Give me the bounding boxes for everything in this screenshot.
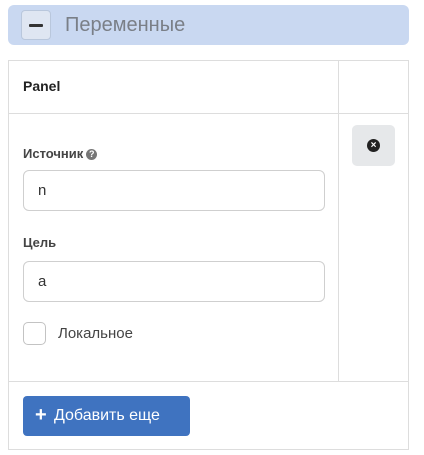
footer-divider [9, 381, 408, 382]
add-more-button[interactable]: + Добавить еще [23, 396, 190, 436]
plus-icon: + [35, 404, 47, 426]
section-title: Переменные [65, 14, 186, 36]
minus-icon [29, 24, 43, 27]
source-input[interactable] [23, 170, 325, 211]
local-checkbox-label[interactable]: Локальное [58, 325, 133, 342]
column-divider [338, 61, 339, 381]
remove-row-button[interactable]: × [352, 125, 395, 166]
times-circle-icon: × [367, 139, 380, 152]
source-label-text: Источник [23, 146, 84, 161]
header-divider [9, 113, 408, 114]
column-header-panel: Panel [23, 78, 61, 94]
variables-table: Panel Источник? Цель Локальное × + Добав… [8, 60, 409, 450]
add-more-label: Добавить еще [54, 407, 160, 424]
variables-section-header[interactable]: Переменные [8, 5, 409, 45]
local-checkbox[interactable] [23, 322, 46, 345]
target-label: Цель [23, 235, 57, 250]
question-circle-icon[interactable]: ? [86, 149, 98, 160]
source-label: Источник? [23, 146, 98, 161]
collapse-button[interactable] [21, 10, 51, 40]
target-input[interactable] [23, 261, 325, 302]
